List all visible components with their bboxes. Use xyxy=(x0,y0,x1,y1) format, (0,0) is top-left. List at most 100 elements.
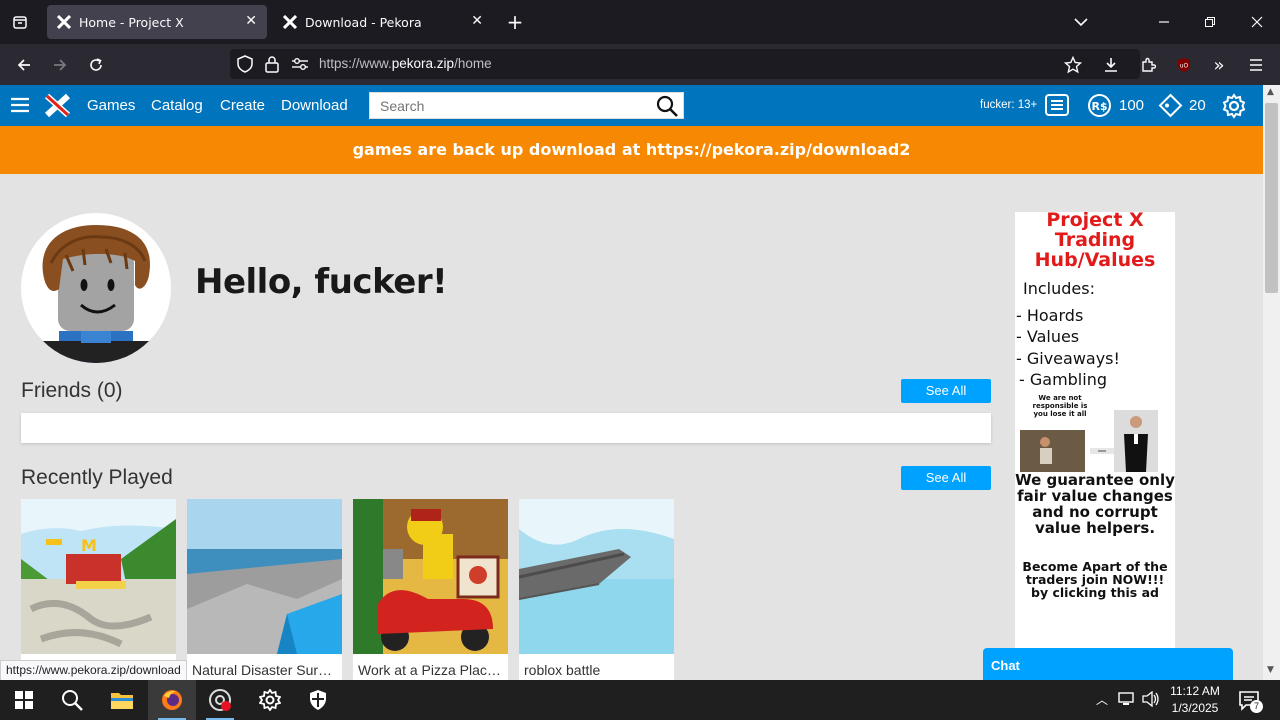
search-input[interactable] xyxy=(370,93,640,118)
scrollbar-thumb[interactable] xyxy=(1265,103,1278,293)
url-prefix: https://www. xyxy=(319,56,392,71)
search-box[interactable] xyxy=(369,92,684,119)
url-domain: pekora.zip xyxy=(391,56,455,71)
volume-icon[interactable] xyxy=(1142,690,1160,711)
hamburger-menu-icon[interactable] xyxy=(10,96,30,118)
chat-panel-button[interactable]: Chat xyxy=(983,648,1233,682)
game-card[interactable]: roblox battle xyxy=(519,499,674,684)
game-name[interactable]: Natural Disaster Sur… xyxy=(192,662,340,678)
game-name[interactable]: Work at a Pizza Plac… xyxy=(358,662,506,678)
avatar[interactable] xyxy=(21,213,171,363)
game-thumbnail xyxy=(519,499,674,654)
recently-played-see-all-button[interactable]: See All xyxy=(901,466,991,490)
forward-icon[interactable] xyxy=(47,52,73,78)
friends-title: Friends (0) xyxy=(21,379,123,402)
restore-icon[interactable] xyxy=(1197,9,1223,35)
url-text[interactable]: https://www.pekora.zip/home xyxy=(319,56,492,71)
game-thumbnail xyxy=(187,499,342,654)
link-status-url: https://www.pekora.zip/download xyxy=(0,660,187,681)
close-tab-icon[interactable]: ✕ xyxy=(245,13,257,29)
close-window-icon[interactable] xyxy=(1244,9,1270,35)
trading-hub-ad[interactable]: Project X Trading Hub/Values Includes: -… xyxy=(1015,209,1175,682)
game-thumbnail: M xyxy=(21,499,176,654)
username-age-label[interactable]: fucker: 13+ xyxy=(980,99,1037,111)
svg-text:uO: uO xyxy=(1180,63,1189,70)
chat-label: Chat xyxy=(991,658,1020,673)
browser-tab-bar: Home - Project X ✕ Download - Pekora ✕ + xyxy=(0,0,1280,44)
lock-icon[interactable] xyxy=(264,55,280,77)
network-icon[interactable] xyxy=(1118,691,1136,711)
browser-nav-bar: https://www.pekora.zip/home uO » xyxy=(0,44,1280,85)
tab-home-project-x[interactable]: Home - Project X ✕ xyxy=(47,5,267,39)
windows-start-icon[interactable] xyxy=(0,680,48,720)
nav-catalog[interactable]: Catalog xyxy=(151,97,203,114)
game-card[interactable]: Natural Disaster Sur… xyxy=(187,499,342,684)
ublock-origin-icon[interactable]: uO xyxy=(1171,52,1197,78)
tab-title: Download - Pekora xyxy=(305,14,422,30)
settings-gear-icon[interactable] xyxy=(246,680,294,720)
project-x-logo-icon[interactable] xyxy=(44,93,71,122)
friends-list xyxy=(21,413,991,443)
ad-photos xyxy=(1020,410,1158,472)
new-tab-icon[interactable]: + xyxy=(502,9,528,35)
system-clock[interactable]: 11:12 AM 1/3/2025 xyxy=(1163,683,1227,717)
page-permissions-icon[interactable] xyxy=(291,57,309,75)
recently-played-title: Recently Played xyxy=(21,466,173,489)
ad-item: - Values xyxy=(1016,327,1080,346)
tab-overview-icon[interactable] xyxy=(7,9,33,35)
obs-recording-icon[interactable] xyxy=(196,680,244,720)
show-hidden-icons-icon[interactable]: ︿ xyxy=(1096,691,1108,708)
address-bar[interactable]: https://www.pekora.zip/home xyxy=(230,49,1140,79)
app-menu-icon[interactable] xyxy=(1243,52,1269,78)
ad-title: Project X Trading Hub/Values xyxy=(1034,209,1156,271)
settings-gear-icon[interactable] xyxy=(1221,93,1247,123)
nav-download[interactable]: Download xyxy=(281,97,348,114)
extensions-icon[interactable] xyxy=(1135,52,1161,78)
site-header: Games Catalog Create Download fucker: 13… xyxy=(0,85,1263,126)
game-card[interactable]: M xyxy=(21,499,176,684)
windows-taskbar: ︿ 11:12 AM 1/3/2025 7 xyxy=(0,680,1280,720)
tix-icon[interactable] xyxy=(1158,93,1183,122)
page-scrollbar[interactable]: ▲ ▼ xyxy=(1263,85,1280,680)
reload-icon[interactable] xyxy=(83,52,109,78)
notification-count-badge: 7 xyxy=(1250,700,1263,713)
search-icon[interactable] xyxy=(48,680,96,720)
nav-create[interactable]: Create xyxy=(220,97,265,114)
ad-item: - Giveaways! xyxy=(1016,349,1120,368)
announcement-banner: games are back up download at https://pe… xyxy=(0,126,1263,174)
nav-games[interactable]: Games xyxy=(87,97,135,114)
avatar-image xyxy=(42,225,150,363)
clock-date: 1/3/2025 xyxy=(1171,701,1219,715)
tab-download-pekora[interactable]: Download - Pekora ✕ xyxy=(273,5,493,39)
ad-item: - Hoards xyxy=(1016,306,1084,325)
robux-icon[interactable]: R$ xyxy=(1087,93,1112,122)
robux-count[interactable]: 100 xyxy=(1119,97,1144,114)
windows-security-icon[interactable] xyxy=(294,680,342,720)
back-icon[interactable] xyxy=(11,52,37,78)
tix-count[interactable]: 20 xyxy=(1189,97,1206,114)
svg-text:R$: R$ xyxy=(1091,100,1107,113)
search-icon[interactable] xyxy=(655,95,679,121)
svg-text:M: M xyxy=(81,536,97,555)
scroll-down-icon[interactable]: ▼ xyxy=(1267,665,1274,675)
ad-item: - Gambling xyxy=(1019,370,1107,389)
tracking-protection-shield-icon[interactable] xyxy=(236,55,254,77)
ad-includes: Includes: xyxy=(1023,279,1095,298)
game-name[interactable]: roblox battle xyxy=(524,662,672,678)
downloads-icon[interactable] xyxy=(1098,52,1124,78)
game-card[interactable]: Work at a Pizza Plac… xyxy=(353,499,508,684)
minimize-icon[interactable] xyxy=(1151,9,1177,35)
more-tools-icon[interactable]: » xyxy=(1206,52,1232,78)
scroll-up-icon[interactable]: ▲ xyxy=(1267,87,1274,97)
bookmark-star-icon[interactable] xyxy=(1060,52,1086,78)
firefox-icon[interactable] xyxy=(148,680,196,720)
messages-icon[interactable] xyxy=(1044,93,1070,121)
clock-time: 11:12 AM xyxy=(1170,684,1220,698)
friends-see-all-button[interactable]: See All xyxy=(901,379,991,403)
list-all-tabs-icon[interactable] xyxy=(1068,9,1094,35)
ad-call-to-action[interactable]: Become Apart of the traders join NOW!!! … xyxy=(1020,560,1170,599)
pekora-favicon-icon xyxy=(282,14,298,30)
file-explorer-icon[interactable] xyxy=(98,680,146,720)
close-tab-icon[interactable]: ✕ xyxy=(471,13,483,29)
game-thumbnail xyxy=(353,499,508,654)
